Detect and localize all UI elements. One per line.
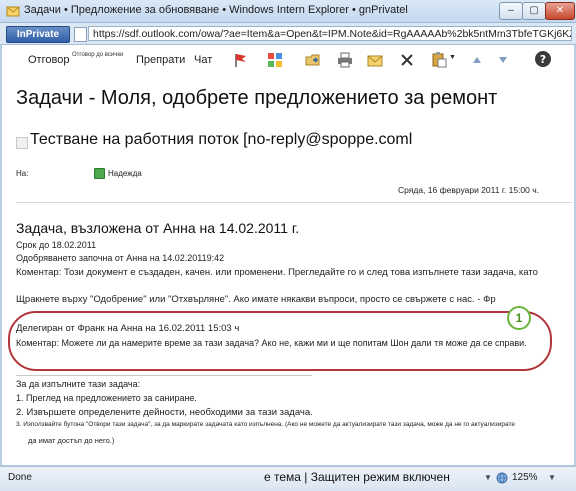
instructions-heading: За да изпълните тази задача: [16, 379, 141, 389]
status-text: Done [8, 472, 32, 483]
instruction-step: 2. Извършете определените дейности, необ… [16, 407, 313, 418]
message-icon [16, 137, 28, 149]
categories-icon[interactable] [266, 51, 284, 69]
title-bar: Задачи • Предложение за обновяване • Win… [0, 0, 576, 23]
message-subject: Тестване на работния поток [no-reply@spo… [30, 131, 413, 148]
instruction-step-continuation: да имат достъп до него.) [28, 436, 115, 445]
page-icon [74, 27, 87, 42]
security-zone[interactable]: е тема | Защитен режим включен [264, 470, 450, 484]
header-divider [16, 202, 572, 203]
message-content: Отговор Отговор до всички Препрати Чат ▼… [2, 45, 574, 465]
presence-icon [94, 168, 105, 179]
page-title: Задачи - Моля, одобрете предложението за… [16, 87, 498, 109]
instructions-divider [16, 375, 312, 376]
recipient-name[interactable]: Надежда [108, 169, 142, 178]
instruction-step: 1. Преглед на предложението за саниране. [16, 393, 197, 403]
delegation-title: Делегиран от Франк на Анна на 16.02.2011… [16, 323, 240, 334]
svg-text:?: ? [540, 53, 546, 66]
task-started: Одобряването започна от Анна на 14.02.20… [16, 253, 225, 263]
instruction-step: 3. Използвайте бутона "Отвори тази задач… [16, 421, 515, 428]
reply-all-button[interactable]: Отговор до всички [72, 52, 123, 58]
message-toolbar: Отговор Отговор до всички Препрати Чат ▼… [2, 45, 574, 75]
inprivate-badge[interactable]: InPrivate [6, 26, 70, 43]
help-icon[interactable]: ? [534, 50, 552, 68]
reply-button[interactable]: Отговор [28, 54, 69, 66]
print-icon[interactable] [336, 51, 354, 69]
task-comment: Коментар: Този документ е създаден, каче… [16, 267, 538, 278]
paste-icon[interactable] [430, 51, 448, 69]
window-title: Задачи • Предложение за обновяване • Win… [24, 4, 408, 16]
task-click-hint: Щракнете върху "Одобрение" или "Отхвърля… [16, 294, 496, 305]
zoom-dropdown-icon[interactable]: ▼ [548, 473, 556, 482]
move-to-folder-icon[interactable] [304, 51, 322, 69]
paste-dropdown-icon[interactable]: ▼ [449, 54, 456, 61]
delegation-comment: Коментар: Можете ли да намерите време за… [16, 338, 527, 348]
ie-window: Задачи • Предложение за обновяване • Win… [0, 0, 576, 491]
sent-date: Сряда, 16 февруари 2011 г. 15:00 ч. [398, 185, 540, 195]
previous-item-icon[interactable] [468, 51, 486, 69]
to-label: На: [16, 169, 29, 178]
forward-button[interactable]: Препрати [136, 54, 185, 66]
url-field[interactable]: https://sdf.outlook.com/owa/?ae=Item&a=O… [88, 26, 572, 41]
maximize-button[interactable]: ▢ [522, 2, 546, 20]
minimize-button[interactable]: – [499, 2, 523, 20]
zoom-level[interactable]: 125% [512, 472, 538, 483]
envelope-app-icon [6, 6, 20, 17]
close-button[interactable]: ✕ [545, 2, 575, 20]
mark-unread-icon[interactable] [366, 51, 384, 69]
chat-button[interactable]: Чат [194, 54, 212, 66]
task-due: Срок до 18.02.2011 [16, 240, 97, 250]
address-bar: InPrivate https://sdf.outlook.com/owa/?a… [0, 23, 576, 45]
delete-icon[interactable] [398, 51, 416, 69]
task-title: Задача, възложена от Анна на 14.02.2011 … [16, 220, 300, 236]
globe-icon [496, 472, 508, 484]
flag-icon[interactable] [232, 51, 250, 69]
next-item-icon[interactable] [494, 51, 512, 69]
zone-dropdown-icon[interactable]: ▼ [484, 473, 492, 482]
callout-number-badge: 1 [507, 306, 531, 330]
status-bar: Done е тема | Защитен режим включен ▼ 12… [0, 466, 576, 491]
